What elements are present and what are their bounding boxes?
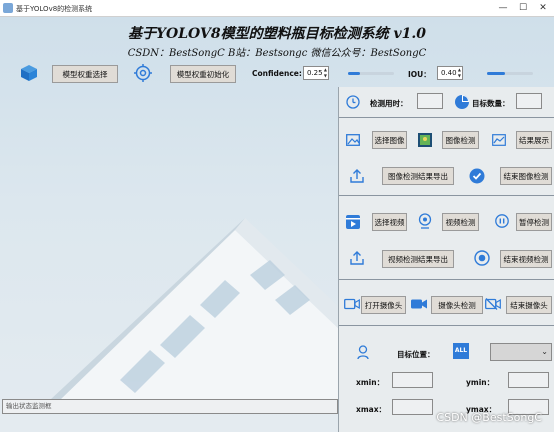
confidence-value: 0.25 bbox=[307, 69, 323, 77]
time-label: 检测用时： bbox=[370, 99, 408, 108]
cube-icon bbox=[20, 64, 38, 84]
end-camera-button[interactable]: 结束摄像头 bbox=[506, 296, 552, 314]
maximize-button[interactable]: ☐ bbox=[516, 1, 530, 15]
video-camera-icon bbox=[411, 298, 427, 312]
photo-detect-icon bbox=[418, 133, 432, 149]
camera-detect-button[interactable]: 摄像头检测 bbox=[431, 296, 483, 314]
watermark-text: CSDN @BestSongC bbox=[436, 411, 542, 424]
window-title: 基于YOLOv8的检测系统 bbox=[16, 5, 93, 13]
close-button[interactable]: ✕ bbox=[536, 1, 550, 15]
iou-spinbox[interactable]: 0.40 ▲ ▼ bbox=[437, 66, 463, 80]
divider bbox=[339, 117, 554, 118]
image-detect-button[interactable]: 图像检测 bbox=[442, 131, 479, 149]
webcam-icon bbox=[418, 213, 432, 231]
iou-label: IOU： bbox=[408, 70, 431, 79]
pause-icon bbox=[495, 214, 509, 230]
spin-arrows-icon[interactable]: ▲ ▼ bbox=[324, 67, 327, 79]
pie-chart-icon bbox=[454, 94, 470, 112]
ymin-value-box bbox=[508, 372, 549, 388]
xmax-value-box bbox=[392, 399, 433, 415]
confidence-slider[interactable] bbox=[348, 72, 394, 75]
target-select-dropdown[interactable]: ⌄ bbox=[490, 343, 552, 361]
time-value-box bbox=[417, 93, 443, 109]
trend-chart-icon bbox=[492, 134, 506, 148]
result-show-button[interactable]: 结果展示 bbox=[516, 131, 552, 149]
end-video-button[interactable]: 结束视频检测 bbox=[500, 250, 552, 268]
status-output-box[interactable]: 输出状态监测框 bbox=[2, 399, 338, 414]
main-title: 基于YOLOV8模型的塑料瓶目标检测系统 v1.0 bbox=[128, 26, 426, 42]
divider bbox=[339, 195, 554, 196]
camera-icon bbox=[344, 298, 360, 312]
spin-arrows-icon[interactable]: ▲ ▼ bbox=[458, 67, 461, 79]
count-value-box bbox=[516, 93, 542, 109]
image-icon bbox=[346, 134, 360, 148]
video-icon bbox=[346, 215, 360, 231]
count-label: 目标数量： bbox=[472, 99, 510, 108]
confidence-spinbox[interactable]: 0.25 ▲ ▼ bbox=[303, 66, 329, 80]
location-icon bbox=[356, 344, 370, 362]
window-titlebar: 基于YOLOv8的检测系统 — ☐ ✕ bbox=[0, 0, 554, 17]
clock-icon bbox=[346, 95, 360, 111]
select-video-button[interactable]: 选择视频 bbox=[372, 213, 407, 231]
model-select-button[interactable]: 模型权重选择 bbox=[52, 65, 118, 83]
app-icon bbox=[3, 3, 13, 13]
target-position-label: 目标位置： bbox=[397, 350, 435, 359]
iou-slider[interactable] bbox=[487, 72, 533, 75]
upload-icon bbox=[350, 169, 364, 185]
upload-icon bbox=[350, 251, 364, 267]
ymin-label: ymin： bbox=[466, 378, 495, 387]
stop-record-icon bbox=[474, 250, 490, 268]
minimize-button[interactable]: — bbox=[496, 1, 510, 15]
video-detect-button[interactable]: 视频检测 bbox=[442, 213, 479, 231]
video-export-button[interactable]: 视频检测结果导出 bbox=[382, 250, 454, 268]
all-targets-icon: ALL bbox=[453, 343, 469, 359]
pause-detect-button[interactable]: 暂停检测 bbox=[516, 213, 552, 231]
iou-slider-fill bbox=[487, 72, 506, 75]
select-image-button[interactable]: 选择图像 bbox=[372, 131, 407, 149]
open-camera-button[interactable]: 打开摄像头 bbox=[361, 296, 406, 314]
xmax-label: xmax： bbox=[356, 405, 387, 414]
confidence-label: Confidence: bbox=[252, 69, 302, 78]
chevron-down-icon: ⌄ bbox=[541, 347, 548, 356]
check-circle-icon bbox=[469, 168, 485, 186]
camera-off-icon bbox=[485, 298, 501, 312]
confidence-slider-fill bbox=[348, 72, 360, 75]
xmin-label: xmin： bbox=[356, 378, 385, 387]
iou-value: 0.40 bbox=[441, 69, 457, 77]
xmin-value-box bbox=[392, 372, 433, 388]
target-icon bbox=[134, 64, 152, 84]
end-image-button[interactable]: 结束图像检测 bbox=[500, 167, 552, 185]
divider bbox=[339, 279, 554, 280]
image-export-button[interactable]: 图像检测结果导出 bbox=[382, 167, 454, 185]
building-image bbox=[0, 180, 340, 400]
subtitle: CSDN：BestSongC B站：Bestsongc 微信公众号：BestSo… bbox=[127, 48, 427, 59]
model-init-button[interactable]: 模型权重初始化 bbox=[170, 65, 236, 83]
divider bbox=[339, 325, 554, 326]
